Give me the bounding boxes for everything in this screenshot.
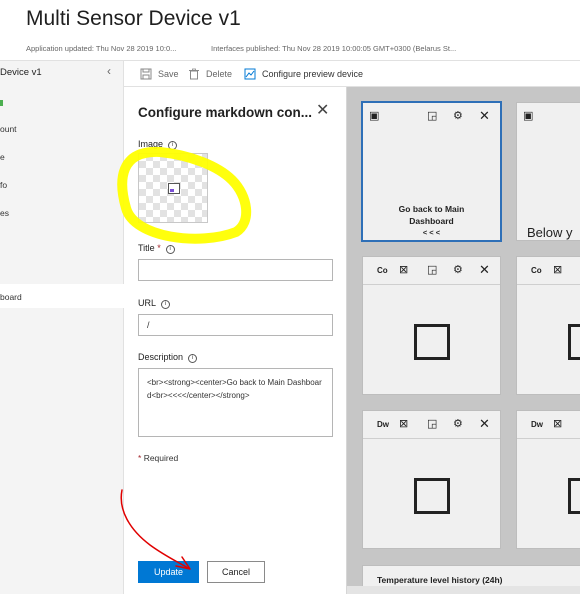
delete-label: Delete [206,69,233,79]
toolbar: Save Delete Configure preview device [124,61,580,87]
tile-size-icon[interactable]: ◲ [427,418,439,430]
gear-icon[interactable]: ⚙ [453,264,465,276]
info-icon[interactable]: i [168,141,178,150]
tile-name: Dw [531,420,543,429]
app-root: Multi Sensor Device v1 Application updat… [0,0,580,594]
dashboard-preview: ▣ ◲ ⚙ ✕ Go back to Main Dashboard < < < … [347,87,580,594]
tile-size-icon[interactable]: ◲ [427,264,439,276]
tile-text-line3: < < < [422,228,441,237]
gear-icon[interactable]: ⚙ [453,110,465,122]
kpi-square-icon [414,324,450,360]
tile-header: Dw ⊠ ◲ [517,411,580,439]
close-icon[interactable]: ✕ [479,109,491,122]
interfaces-published-text: Interfaces published: Thu Nov 28 2019 10… [211,44,457,53]
close-icon[interactable]: ✕ [479,263,491,276]
description-textarea[interactable]: <br><strong><center>Go back to Main Dash… [138,368,333,437]
info-icon[interactable]: i [161,300,171,309]
application-updated-text: Application updated: Thu Nov 28 2019 10:… [26,44,177,53]
count-tile[interactable]: Co ⊠ ◲ ⚙ ✕ [362,256,501,395]
tile-header: ▣ ◲ ⚙ ✕ [363,103,500,131]
info-icon[interactable]: i [188,354,198,363]
tile-header: Co ⊠ ◲ [517,257,580,285]
left-nav [0,61,124,594]
page-title: Multi Sensor Device v1 [26,7,241,30]
chart-type-icon[interactable]: ⊠ [553,418,565,430]
chart-type-icon[interactable]: ⊠ [553,264,565,276]
trash-icon [189,68,199,80]
description-label-text: Description [138,352,184,362]
required-star: * [157,243,161,253]
configure-preview-device-button[interactable]: Configure preview device [244,61,363,87]
nav-item-dashboard[interactable]: board [0,292,22,302]
update-button[interactable]: Update [138,561,199,583]
save-icon [140,68,152,80]
nav-item-e[interactable]: e [0,152,5,162]
markdown-tile-selected[interactable]: ▣ ◲ ⚙ ✕ Go back to Main Dashboard < < < [362,102,501,241]
kpi-tile[interactable]: Dw ⊠ ◲ ⚙ ✕ [362,410,501,549]
chart-type-icon[interactable]: ⊠ [399,264,411,276]
tile-header: ▣ [517,103,580,131]
panel-title: Configure markdown con... [138,105,313,120]
title-input[interactable] [138,259,333,281]
description-label: Description i [138,352,198,363]
image-label: Image i [138,139,178,150]
kpi-square-icon [568,324,580,360]
tile-name: Co [531,266,542,275]
tile-header: Co ⊠ ◲ ⚙ ✕ [363,257,500,285]
status-dot-icon [0,100,3,106]
tile-text: Below y [527,225,573,240]
chart-type-icon[interactable]: ⊠ [399,418,411,430]
kpi-tile[interactable]: Dw ⊠ ◲ [516,410,580,549]
url-input[interactable]: / [138,314,333,336]
required-note-text: Required [143,453,179,463]
close-icon[interactable]: ✕ [479,417,491,430]
url-label: URL i [138,298,171,309]
info-icon[interactable]: i [165,245,175,254]
cancel-button[interactable]: Cancel [207,561,265,583]
save-label: Save [158,69,179,79]
tile-name: Dw [377,420,389,429]
image-label-text: Image [138,139,164,149]
nav-item-account[interactable]: ount [0,124,17,134]
kpi-square-icon [414,478,450,514]
title-label: Title * i [138,243,175,254]
title-label-text: Title [138,243,155,253]
tile-type-icon: ▣ [369,110,380,122]
tile-title: Temperature level history (24h) [377,575,503,585]
save-button[interactable]: Save [140,61,179,87]
tile-text-line1: Go back to Main [398,204,465,214]
horizontal-scrollbar[interactable] [347,586,580,594]
tile-name: Co [377,266,388,275]
tile-size-icon[interactable]: ◲ [427,110,439,122]
collapse-chevron-icon[interactable]: ‹ [107,64,111,78]
configure-markdown-panel: Configure markdown con... ✕ Image i Title… [124,87,347,594]
url-label-text: URL [138,298,157,308]
image-placeholder-icon [168,183,180,194]
tile-header: Dw ⊠ ◲ ⚙ ✕ [363,411,500,439]
nav-item-info[interactable]: fo [0,180,7,190]
gear-icon[interactable]: ⚙ [453,418,465,430]
nav-item-es[interactable]: es [0,208,9,218]
nav-device-title: Device v1 [0,67,42,78]
required-note-star: * [138,453,142,463]
configure-preview-label: Configure preview device [262,69,364,79]
preview-device-icon [244,68,256,80]
image-picker[interactable] [138,153,208,223]
kpi-square-icon [568,478,580,514]
tile-type-icon: ▣ [523,110,534,122]
markdown-tile[interactable]: ▣ Below y [516,102,580,241]
required-note: * Required [138,453,178,463]
delete-button[interactable]: Delete [188,61,232,87]
tile-text-line2: Dashboard [409,216,454,226]
close-icon[interactable]: ✕ [316,103,329,119]
count-tile[interactable]: Co ⊠ ◲ [516,256,580,395]
